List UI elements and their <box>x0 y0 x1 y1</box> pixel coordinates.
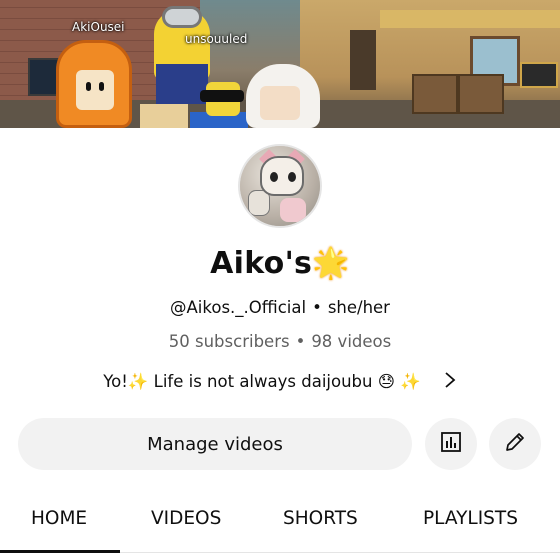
player-name-tag: AkiOusei <box>72 20 125 34</box>
channel-avatar[interactable] <box>238 144 322 228</box>
channel-pronouns: she/her <box>327 298 390 317</box>
sunglasses <box>200 90 244 102</box>
tab-playlists[interactable]: PLAYLISTS <box>423 508 518 529</box>
selected-tab-indicator <box>0 550 120 553</box>
orange-avatar-face <box>76 70 114 110</box>
video-count: 98 videos <box>311 332 392 351</box>
chevron-right-icon[interactable] <box>443 370 457 394</box>
analytics-button[interactable] <box>425 418 477 470</box>
edit-channel-button[interactable] <box>489 418 541 470</box>
channel-stats-line: 50 subscribers • 98 videos <box>0 332 560 351</box>
glowing-star-emoji: 🌟 <box>312 246 350 281</box>
tab-home[interactable]: HOME <box>31 508 87 529</box>
cat-eye <box>288 172 296 182</box>
avatar-figure <box>280 198 306 222</box>
white-hair-avatar-face <box>260 86 300 120</box>
player-name-tag: unsouuled <box>185 32 248 46</box>
banner-boombox <box>520 62 558 88</box>
channel-description[interactable]: Yo!✨ Life is not always daijoubu 😓 ✨ <box>0 370 560 394</box>
channel-handle: @Aikos._.Official <box>170 298 307 317</box>
channel-name-text: Aiko's <box>210 246 313 281</box>
channel-banner: AkiOusei unsouuled <box>0 0 560 128</box>
banner-crate <box>412 74 458 114</box>
tan-avatar-character <box>140 104 188 128</box>
pencil-icon <box>503 430 527 458</box>
cat-character <box>260 156 304 196</box>
banner-roof <box>380 10 560 28</box>
separator-dot: • <box>312 298 322 317</box>
banner-door <box>350 30 376 90</box>
channel-tabs: HOME VIDEOS SHORTS PLAYLISTS <box>0 496 560 560</box>
channel-description-text: Yo!✨ Life is not always daijoubu 😓 ✨ <box>103 372 421 391</box>
channel-name: Aiko's🌟 <box>0 246 560 281</box>
banner-crate <box>458 74 504 114</box>
subscriber-count: 50 subscribers <box>168 332 290 351</box>
analytics-icon <box>440 431 462 457</box>
separator-dot: • <box>295 332 306 351</box>
tab-videos[interactable]: VIDEOS <box>151 508 221 529</box>
minion-goggle <box>162 6 202 28</box>
channel-handle-line: @Aikos._.Official • she/her <box>0 298 560 317</box>
cat-eye <box>270 172 278 182</box>
manage-videos-button[interactable]: Manage videos <box>18 418 412 470</box>
tab-shorts[interactable]: SHORTS <box>283 508 358 529</box>
